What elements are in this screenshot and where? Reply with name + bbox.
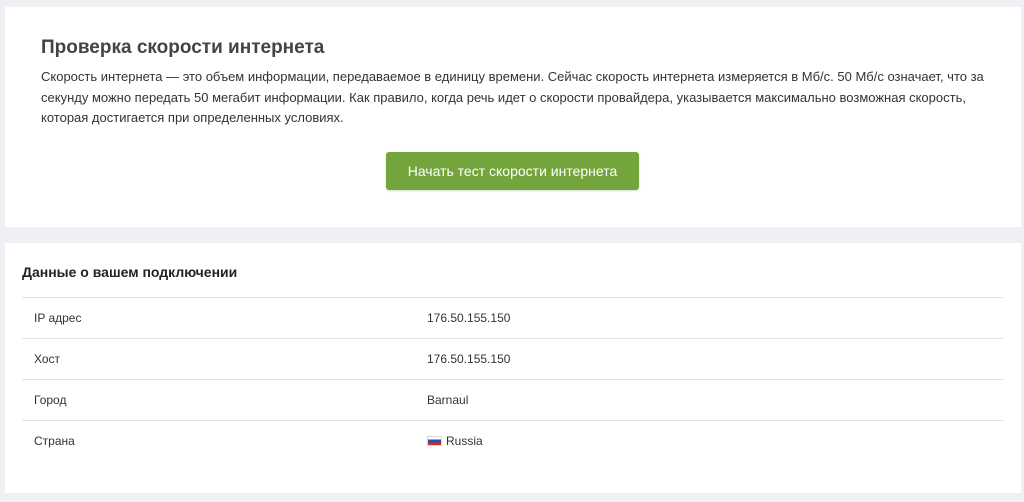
connection-info-card: Данные о вашем подключении IP адрес 176.…	[5, 243, 1021, 493]
start-speed-test-button[interactable]: Начать тест скорости интернета	[386, 152, 639, 190]
table-row-ip: IP адрес 176.50.155.150	[22, 297, 1003, 339]
table-row-city: Город Barnaul	[22, 379, 1003, 421]
ip-label: IP адрес	[34, 311, 82, 325]
connection-section-title: Данные о вашем подключении	[22, 264, 238, 280]
intro-text: Скорость интернета — это объем информаци…	[41, 69, 984, 125]
country-value: Russia	[446, 434, 483, 449]
city-value: Barnaul	[427, 393, 469, 407]
country-cell: Russia	[427, 421, 1003, 462]
city-label: Город	[34, 393, 67, 407]
connection-table: IP адрес 176.50.155.150 Хост 176.50.155.…	[22, 297, 1003, 462]
host-value: 176.50.155.150	[427, 352, 511, 366]
ip-value: 176.50.155.150	[427, 311, 511, 325]
table-row-host: Хост 176.50.155.150	[22, 338, 1003, 380]
russia-flag-icon	[427, 436, 442, 447]
country-label: Страна	[34, 434, 75, 449]
page-title: Проверка скорости интернета	[41, 37, 325, 58]
host-label: Хост	[34, 352, 61, 366]
speedtest-card: Проверка скорости интернета Скорость инт…	[5, 7, 1021, 227]
table-row-country: Страна Russia	[22, 420, 1003, 462]
